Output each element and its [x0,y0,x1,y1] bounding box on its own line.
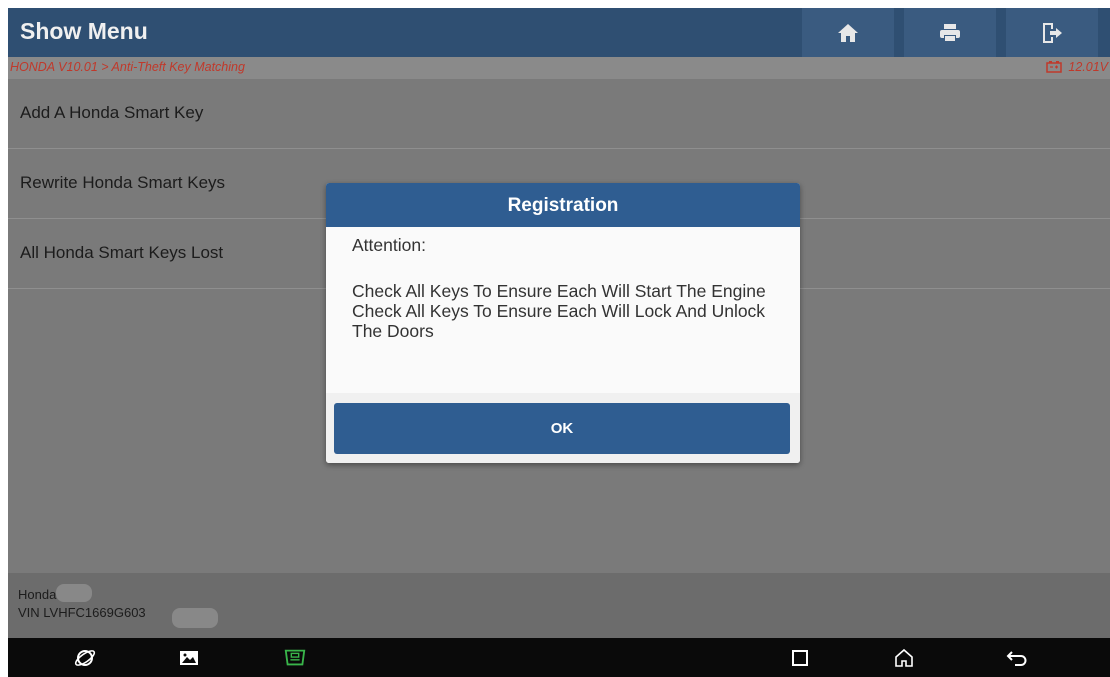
back-icon [1006,651,1027,666]
voltage-value: 12.01V [1068,60,1108,74]
vci-icon [284,649,306,666]
message-line-lock-doors: Check All Keys To Ensure Each Will Lock … [352,301,766,341]
vehicle-vin: VIN LVHFC1669G603 [18,605,146,620]
gallery-button[interactable] [177,646,201,670]
android-home-button[interactable] [892,646,916,670]
vehicle-info-bar: Honda 2016 VIN LVHFC1669G603 [8,573,1110,638]
browser-button[interactable] [73,646,97,670]
page-title: Show Menu [20,18,148,44]
top-bar: Show Menu [8,8,1110,57]
ok-button[interactable]: OK [334,403,790,454]
home-icon [838,23,858,42]
menu-item-label: Rewrite Honda Smart Keys [20,173,226,192]
exit-icon [1043,22,1062,43]
dialog-message: Attention: Check All Keys To Ensure Each… [352,235,782,341]
gallery-icon [180,651,198,665]
breadcrumb: HONDA V10.01 > Anti-Theft Key Matching [10,60,245,74]
recent-apps-button[interactable] [788,646,812,670]
battery-icon [1046,61,1063,73]
home-button[interactable] [802,8,894,57]
breadcrumb-bar: HONDA V10.01 > Anti-Theft Key Matching 1… [8,57,1110,79]
redacted-mask [56,584,92,602]
menu-item-label: Add A Honda Smart Key [20,103,204,122]
print-button[interactable] [904,8,996,57]
dialog-footer: OK [326,393,800,463]
attention-label: Attention: [352,235,426,255]
exit-button[interactable] [1006,8,1098,57]
redacted-mask [172,608,218,628]
battery-voltage: 12.01V [1046,60,1108,74]
screen: Show Menu HONDA V10.01 > Anti-Theft Key … [8,8,1110,677]
menu-item-add-smart-key[interactable]: Add A Honda Smart Key [8,79,1110,149]
menu-item-label: All Honda Smart Keys Lost [20,243,224,262]
print-icon [940,23,960,42]
system-nav-bar [8,638,1110,677]
back-button[interactable] [1005,646,1029,670]
dialog-header: Registration [326,183,800,227]
dialog-title: Registration [507,195,619,216]
recent-apps-icon [792,650,808,666]
browser-icon [74,650,96,666]
registration-dialog: Registration Attention: Check All Keys T… [326,183,800,463]
vci-button[interactable] [283,646,307,670]
android-home-icon [895,648,913,667]
message-line-start-engine: Check All Keys To Ensure Each Will Start… [352,281,766,301]
